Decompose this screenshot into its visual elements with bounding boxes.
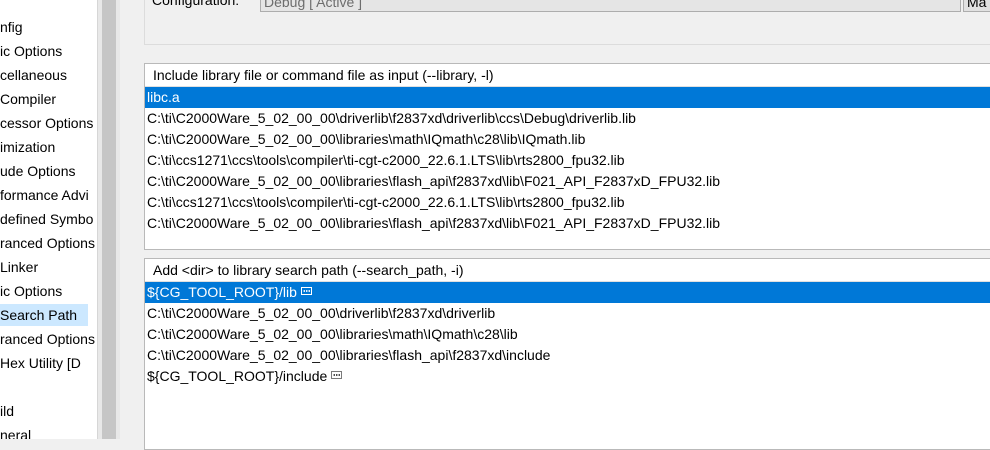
- library-list-header: Include library file or command file as …: [145, 64, 990, 87]
- list-item-text: C:\ti\C2000Ware_5_02_00_00\libraries\fla…: [147, 173, 721, 189]
- list-item-text: C:\ti\C2000Ware_5_02_00_00\driverlib\f28…: [147, 305, 496, 321]
- tree-item[interactable]: imization: [0, 136, 55, 158]
- tree-item[interactable]: ic Options: [0, 280, 62, 302]
- list-item-text: C:\ti\C2000Ware_5_02_00_00\libraries\mat…: [147, 326, 518, 342]
- list-item[interactable]: ${CG_TOOL_ROOT}/lib: [145, 282, 990, 303]
- search-path-list-header: Add <dir> to library search path (--sear…: [145, 259, 990, 282]
- search-path-list: ${CG_TOOL_ROOT}/lib C:\ti\C2000Ware_5_02_…: [145, 282, 990, 387]
- tree-item[interactable]: ranced Options: [0, 328, 95, 350]
- list-item[interactable]: C:\ti\C2000Ware_5_02_00_00\libraries\mat…: [145, 129, 990, 150]
- list-item[interactable]: ${CG_TOOL_ROOT}/include: [145, 366, 990, 387]
- sash-divider[interactable]: [120, 0, 130, 439]
- variable-browse-icon[interactable]: [331, 371, 343, 379]
- list-item[interactable]: libc.a: [145, 87, 990, 108]
- list-item[interactable]: C:\ti\C2000Ware_5_02_00_00\libraries\fla…: [145, 213, 990, 234]
- tree-item[interactable]: neral: [0, 424, 31, 439]
- tree-item[interactable]: Search Path: [0, 304, 88, 326]
- list-item[interactable]: C:\ti\C2000Ware_5_02_00_00\driverlib\f28…: [145, 303, 990, 324]
- list-item-text: libc.a: [147, 89, 180, 105]
- configuration-panel: Configuration: Debug [ Active ] Ma: [144, 0, 990, 45]
- tree-item[interactable]: ild: [0, 400, 14, 422]
- list-item-text: C:\ti\ccs1271\ccs\tools\compiler\ti-cgt-…: [147, 152, 625, 168]
- tree-item[interactable]: cellaneous: [0, 64, 67, 86]
- tree-item[interactable]: nfig: [0, 16, 23, 38]
- list-item-text: ${CG_TOOL_ROOT}/lib: [147, 284, 297, 300]
- tree-item[interactable]: Compiler: [0, 88, 56, 110]
- tree-scrollbar-thumb[interactable]: [102, 0, 116, 439]
- tree-item[interactable]: cessor Options: [0, 112, 93, 134]
- list-item-text: C:\ti\C2000Ware_5_02_00_00\libraries\mat…: [147, 131, 586, 147]
- variable-browse-icon[interactable]: [300, 287, 312, 295]
- list-item-text: C:\ti\ccs1271\ccs\tools\compiler\ti-cgt-…: [147, 194, 625, 210]
- tree-item[interactable]: Linker: [0, 256, 38, 278]
- search-path-list-panel: Add <dir> to library search path (--sear…: [144, 258, 990, 450]
- list-item[interactable]: C:\ti\C2000Ware_5_02_00_00\libraries\fla…: [145, 345, 990, 366]
- library-list-panel: Include library file or command file as …: [144, 63, 990, 250]
- list-item-text: C:\ti\C2000Ware_5_02_00_00\driverlib\f28…: [147, 110, 636, 126]
- manage-configurations-button[interactable]: Ma: [963, 0, 990, 12]
- tree-item[interactable]: ude Options: [0, 160, 76, 182]
- list-item[interactable]: C:\ti\ccs1271\ccs\tools\compiler\ti-cgt-…: [145, 192, 990, 213]
- tree-item[interactable]: defined Symbo: [0, 208, 93, 230]
- list-item-text: C:\ti\C2000Ware_5_02_00_00\libraries\fla…: [147, 215, 721, 231]
- tree-item[interactable]: Hex Utility [D: [0, 352, 81, 374]
- settings-tree: nfig ic Options cellaneous Compiler cessor …: [0, 0, 97, 439]
- list-item[interactable]: C:\ti\C2000Ware_5_02_00_00\driverlib\f28…: [145, 108, 990, 129]
- library-list: libc.a C:\ti\C2000Ware_5_02_00_00\driverl…: [145, 87, 990, 234]
- tree-item[interactable]: formance Advi: [0, 184, 89, 206]
- tree-scrollbar[interactable]: [97, 0, 121, 439]
- list-item-text: ${CG_TOOL_ROOT}/include: [147, 368, 328, 384]
- list-item[interactable]: C:\ti\C2000Ware_5_02_00_00\libraries\mat…: [145, 324, 990, 345]
- tree-item[interactable]: ic Options: [0, 40, 62, 62]
- list-item[interactable]: C:\ti\C2000Ware_5_02_00_00\libraries\fla…: [145, 171, 990, 192]
- configuration-label: Configuration:: [152, 0, 240, 8]
- list-item[interactable]: C:\ti\ccs1271\ccs\tools\compiler\ti-cgt-…: [145, 150, 990, 171]
- configuration-select[interactable]: Debug [ Active ]: [260, 0, 961, 12]
- tree-item[interactable]: ranced Options: [0, 232, 95, 254]
- list-item-text: C:\ti\C2000Ware_5_02_00_00\libraries\fla…: [147, 347, 551, 363]
